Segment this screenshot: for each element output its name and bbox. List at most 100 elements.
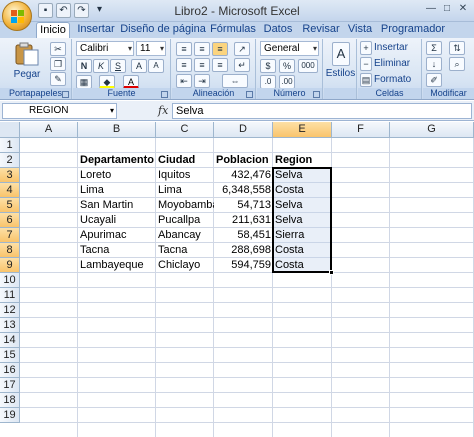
tab-formulas[interactable]: Fórmulas <box>208 22 258 38</box>
table-cell-poblacion[interactable]: 211,631 <box>214 213 273 228</box>
fill-icon[interactable]: ↓ <box>426 57 442 71</box>
font-size-combo[interactable]: 11 ▾ <box>136 41 166 56</box>
tab-diseno-pagina[interactable]: Diseño de página <box>120 22 206 38</box>
insert-function-icon[interactable]: fx <box>158 104 168 117</box>
font-color-icon[interactable]: A <box>123 75 139 89</box>
table-cell-poblacion[interactable]: 288,698 <box>214 243 273 258</box>
format-cells-button[interactable]: Formato <box>374 74 411 85</box>
cut-icon[interactable]: ✂ <box>50 42 66 56</box>
row-header-14[interactable]: 14 <box>0 333 20 348</box>
tab-revisar[interactable]: Revisar <box>300 22 342 38</box>
font-name-combo[interactable]: Calibri ▾ <box>76 41 134 56</box>
table-cell-ciudad[interactable]: Moyobamba <box>156 198 214 213</box>
table-cell-departamento[interactable]: Ucayali <box>78 213 156 228</box>
table-cell-departamento[interactable]: Loreto <box>78 168 156 183</box>
clipboard-launcher-icon[interactable] <box>62 91 69 98</box>
table-cell-departamento[interactable]: Apurimac <box>78 228 156 243</box>
table-cell-poblacion[interactable]: 58,451 <box>214 228 273 243</box>
row-header-5[interactable]: 5 <box>0 198 20 213</box>
number-format-combo[interactable]: General ▾ <box>260 41 319 56</box>
office-button[interactable] <box>2 1 32 31</box>
align-center-icon[interactable]: ≡ <box>194 58 210 72</box>
orientation-icon[interactable]: ↗ <box>234 42 250 56</box>
fill-color-icon[interactable]: ◆ <box>99 75 115 89</box>
row-header-12[interactable]: 12 <box>0 303 20 318</box>
bold-button[interactable]: N <box>76 59 92 73</box>
column-header-e[interactable]: E <box>273 122 332 138</box>
table-cell-departamento[interactable]: San Martin <box>78 198 156 213</box>
row-header-7[interactable]: 7 <box>0 228 20 243</box>
table-cell-poblacion[interactable]: 594,759 <box>214 258 273 273</box>
tab-vista[interactable]: Vista <box>344 22 376 38</box>
decrease-indent-icon[interactable]: ⇤ <box>176 74 192 88</box>
paste-button-label[interactable]: Pegar <box>10 69 44 80</box>
row-header-2[interactable]: 2 <box>0 153 20 168</box>
number-launcher-icon[interactable] <box>313 91 320 98</box>
paste-icon[interactable] <box>14 42 40 66</box>
find-select-icon[interactable]: ⌕ <box>449 57 465 71</box>
worksheet-grid[interactable]: A B C D E F G 1 2 3 4 5 6 7 8 9 10 11 12 13 14 15 16 17 18 19 Depa… <box>0 122 474 437</box>
increase-indent-icon[interactable]: ⇥ <box>194 74 210 88</box>
name-box[interactable]: REGION ▾ <box>2 103 117 119</box>
row-header-16[interactable]: 16 <box>0 363 20 378</box>
insert-cells-icon[interactable]: + <box>360 41 372 55</box>
table-cell-ciudad[interactable]: Tacna <box>156 243 214 258</box>
table-cell-ciudad[interactable]: Chiclayo <box>156 258 214 273</box>
column-header-c[interactable]: C <box>156 122 214 138</box>
underline-button[interactable]: S <box>110 59 126 73</box>
tab-programador[interactable]: Programador <box>380 22 446 38</box>
italic-button[interactable]: K <box>93 59 109 73</box>
close-icon[interactable]: ✕ <box>456 2 470 16</box>
styles-button-label[interactable]: Estilos <box>324 68 357 79</box>
row-header-13[interactable]: 13 <box>0 318 20 333</box>
decrease-decimal-icon[interactable]: .00 <box>279 75 295 89</box>
thousands-button[interactable]: 000 <box>298 59 318 73</box>
font-launcher-icon[interactable] <box>161 91 168 98</box>
row-header-11[interactable]: 11 <box>0 288 20 303</box>
percent-button[interactable]: % <box>279 59 295 73</box>
table-cell-departamento[interactable]: Tacna <box>78 243 156 258</box>
copy-icon[interactable]: ❐ <box>50 57 66 71</box>
column-header-d[interactable]: D <box>214 122 273 138</box>
format-cells-icon[interactable]: ▤ <box>360 73 372 87</box>
column-header-a[interactable]: A <box>20 122 78 138</box>
delete-cells-button[interactable]: Eliminar <box>374 58 410 69</box>
table-cell-ciudad[interactable]: Pucallpa <box>156 213 214 228</box>
styles-icon[interactable]: A <box>332 42 350 66</box>
alignment-launcher-icon[interactable] <box>246 91 253 98</box>
borders-icon[interactable]: ▦ <box>76 75 92 89</box>
select-all-corner[interactable] <box>0 122 20 138</box>
tab-inicio[interactable]: Inicio <box>36 22 70 38</box>
row-header-18[interactable]: 18 <box>0 393 20 408</box>
column-header-f[interactable]: F <box>332 122 390 138</box>
tab-insertar[interactable]: Insertar <box>74 22 118 38</box>
align-left-icon[interactable]: ≡ <box>176 58 192 72</box>
merge-center-icon[interactable]: ⇔ <box>222 74 248 88</box>
row-header-15[interactable]: 15 <box>0 348 20 363</box>
clear-icon[interactable]: ✐ <box>426 73 442 87</box>
table-cell-ciudad[interactable]: Lima <box>156 183 214 198</box>
align-top-icon[interactable]: ≡ <box>176 42 192 56</box>
row-header-8[interactable]: 8 <box>0 243 20 258</box>
row-header-6[interactable]: 6 <box>0 213 20 228</box>
shrink-font-icon[interactable]: A <box>148 59 164 73</box>
row-header-1[interactable]: 1 <box>0 138 20 153</box>
maximize-icon[interactable]: □ <box>440 2 454 16</box>
autosum-button[interactable]: Σ <box>426 41 442 55</box>
column-header-b[interactable]: B <box>78 122 156 138</box>
grow-font-icon[interactable]: A <box>131 59 147 73</box>
fill-handle[interactable] <box>329 270 334 275</box>
wrap-text-icon[interactable]: ↵ <box>234 58 250 72</box>
row-header-4[interactable]: 4 <box>0 183 20 198</box>
row-header-3[interactable]: 3 <box>0 168 20 183</box>
insert-cells-button[interactable]: Insertar <box>374 42 408 53</box>
delete-cells-icon[interactable]: − <box>360 57 372 71</box>
tab-datos[interactable]: Datos <box>260 22 296 38</box>
table-cell-ciudad[interactable]: Iquitos <box>156 168 214 183</box>
table-cell-departamento[interactable]: Lima <box>78 183 156 198</box>
align-right-icon[interactable]: ≡ <box>212 58 228 72</box>
row-header-17[interactable]: 17 <box>0 378 20 393</box>
sort-filter-icon[interactable]: ⇅ <box>449 41 465 55</box>
format-painter-icon[interactable]: ✎ <box>50 72 66 86</box>
column-header-g[interactable]: G <box>390 122 474 138</box>
